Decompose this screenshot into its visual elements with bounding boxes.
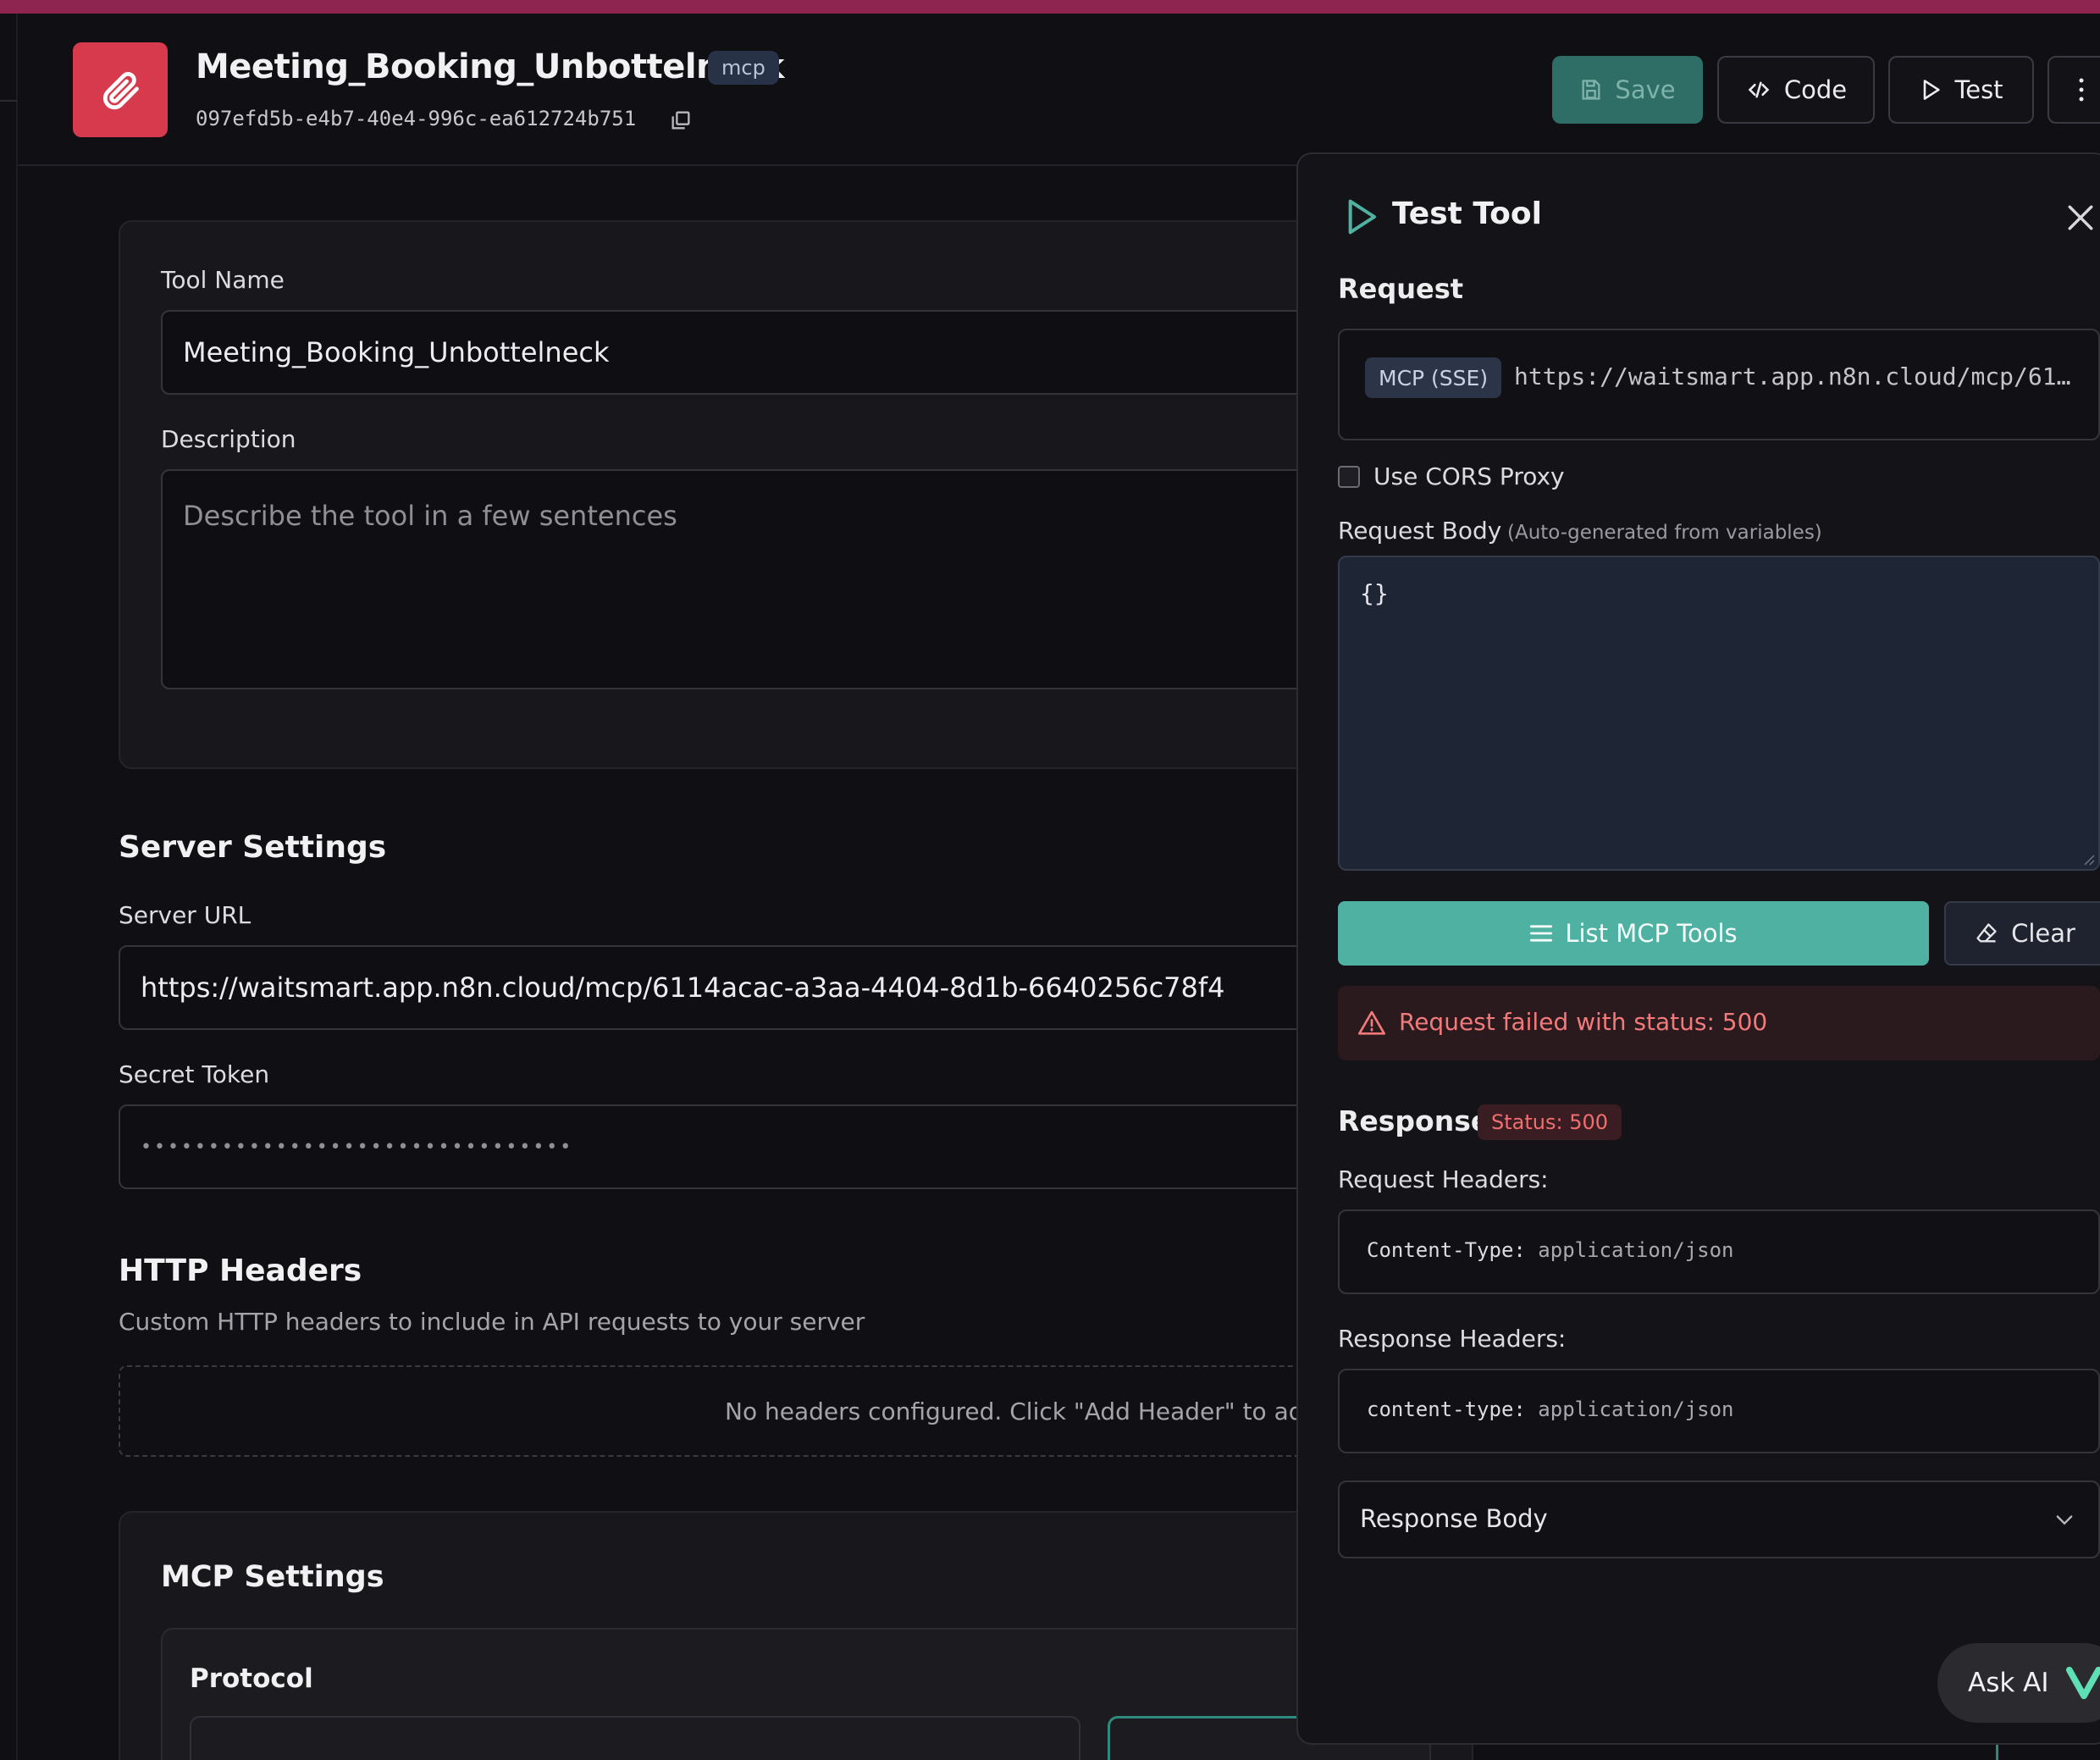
ask-ai-button[interactable]: Ask AI xyxy=(1937,1643,2100,1723)
secret-token-value: •••••••••••••••••••••••••••••••• xyxy=(141,1136,574,1158)
list-icon xyxy=(1530,925,1553,942)
more-options-button[interactable] xyxy=(2048,56,2100,124)
request-body-label: Request Body xyxy=(1338,517,1502,545)
code-icon xyxy=(1748,81,1770,98)
floppy-icon xyxy=(1582,80,1600,100)
response-title: Response xyxy=(1338,1104,1490,1137)
ask-ai-logo-icon xyxy=(2065,1666,2100,1700)
warning-icon xyxy=(1358,1010,1385,1035)
copy-icon[interactable] xyxy=(669,108,693,132)
description-textarea[interactable]: Describe the tool in a few sentences xyxy=(161,469,1482,689)
header-divider xyxy=(18,164,1297,166)
play-icon xyxy=(1348,199,1376,235)
request-body-sublabel: (Auto-generated from variables) xyxy=(1507,522,1822,544)
sidebar-divider xyxy=(0,100,17,102)
request-header-value: application/json xyxy=(1538,1238,1734,1262)
more-vertical-icon xyxy=(2079,78,2084,102)
protocol-label: Protocol xyxy=(190,1663,313,1694)
tool-type-badge: mcp xyxy=(708,51,779,85)
eraser-icon xyxy=(1976,923,1997,943)
tool-name-label: Tool Name xyxy=(161,266,285,294)
request-url: https://waitsmart.app.n8n.cloud/mcp/61… xyxy=(1514,363,2071,390)
server-url-input[interactable]: https://waitsmart.app.n8n.cloud/mcp/6114… xyxy=(119,945,1482,1030)
server-url-label: Server URL xyxy=(119,901,251,929)
response-body-label: Response Body xyxy=(1360,1504,1548,1533)
request-headers-label: Request Headers: xyxy=(1338,1165,1549,1193)
response-headers-label: Response Headers: xyxy=(1338,1325,1567,1353)
test-button-label: Test xyxy=(1954,75,2003,104)
tool-id: 097efd5b-e4b7-40e4-996c-ea612724b751 xyxy=(196,107,637,130)
sidebar-edge xyxy=(16,14,18,1760)
ask-ai-label: Ask AI xyxy=(1968,1668,2049,1698)
no-headers-text: No headers configured. Click "Add Header… xyxy=(725,1397,1340,1425)
play-icon xyxy=(1924,80,1941,100)
paperclip-icon xyxy=(102,72,139,110)
description-label: Description xyxy=(161,425,296,453)
request-header-row: Content-Type: application/json xyxy=(1367,1238,1733,1262)
test-button[interactable]: Test xyxy=(1888,56,2034,124)
tool-name-value: Meeting_Booking_Unbottelneck xyxy=(183,336,610,368)
secret-token-label: Secret Token xyxy=(119,1060,270,1088)
http-headers-description: Custom HTTP headers to include in API re… xyxy=(119,1308,865,1336)
http-headers-title: HTTP Headers xyxy=(119,1254,362,1288)
code-button-label: Code xyxy=(1783,75,1848,104)
error-message: Request failed with status: 500 xyxy=(1399,1008,1768,1036)
cors-proxy-checkbox[interactable] xyxy=(1338,466,1360,488)
request-body-editor[interactable] xyxy=(1338,556,2100,871)
status-badge: Status: 500 xyxy=(1478,1104,1622,1140)
protocol-tag: MCP (SSE) xyxy=(1365,357,1502,398)
tool-name-input[interactable]: Meeting_Booking_Unbottelneck xyxy=(161,310,1482,395)
mcp-settings-title: MCP Settings xyxy=(161,1560,384,1594)
clear-button-label: Clear xyxy=(2011,919,2075,948)
clear-button[interactable]: Clear xyxy=(1944,901,2100,966)
response-header-row: content-type: application/json xyxy=(1367,1397,1733,1421)
save-button[interactable]: Save xyxy=(1552,56,1703,124)
request-title: Request xyxy=(1338,273,1464,305)
request-body-value: {} xyxy=(1360,579,1389,607)
top-accent-bar xyxy=(0,0,2100,14)
page-title: Meeting_Booking_Unbottelneck xyxy=(196,47,784,86)
test-tool-title: Test Tool xyxy=(1392,196,1542,231)
chevron-down-icon[interactable] xyxy=(2053,1508,2076,1531)
code-button[interactable]: Code xyxy=(1717,56,1875,124)
no-headers-placeholder: No headers configured. Click "Add Header… xyxy=(119,1365,1482,1457)
server-url-value: https://waitsmart.app.n8n.cloud/mcp/6114… xyxy=(141,971,1225,1004)
save-button-label: Save xyxy=(1615,75,1676,104)
list-mcp-tools-button[interactable]: List MCP Tools xyxy=(1338,901,1929,966)
response-header-key: content-type: xyxy=(1367,1397,1526,1421)
tool-logo xyxy=(73,42,168,137)
secret-token-input[interactable]: •••••••••••••••••••••••••••••••• xyxy=(119,1104,1482,1189)
request-header-key: Content-Type: xyxy=(1367,1238,1526,1262)
list-mcp-tools-label: List MCP Tools xyxy=(1565,919,1738,948)
server-settings-title: Server Settings xyxy=(119,830,387,865)
description-placeholder: Describe the tool in a few sentences xyxy=(183,500,677,532)
protocol-option-streamable-http[interactable] xyxy=(190,1716,1080,1760)
response-header-value: application/json xyxy=(1538,1397,1734,1421)
close-icon[interactable] xyxy=(2066,203,2095,232)
cors-proxy-label[interactable]: Use CORS Proxy xyxy=(1373,462,1565,490)
resize-handle-icon[interactable] xyxy=(2083,854,2095,866)
